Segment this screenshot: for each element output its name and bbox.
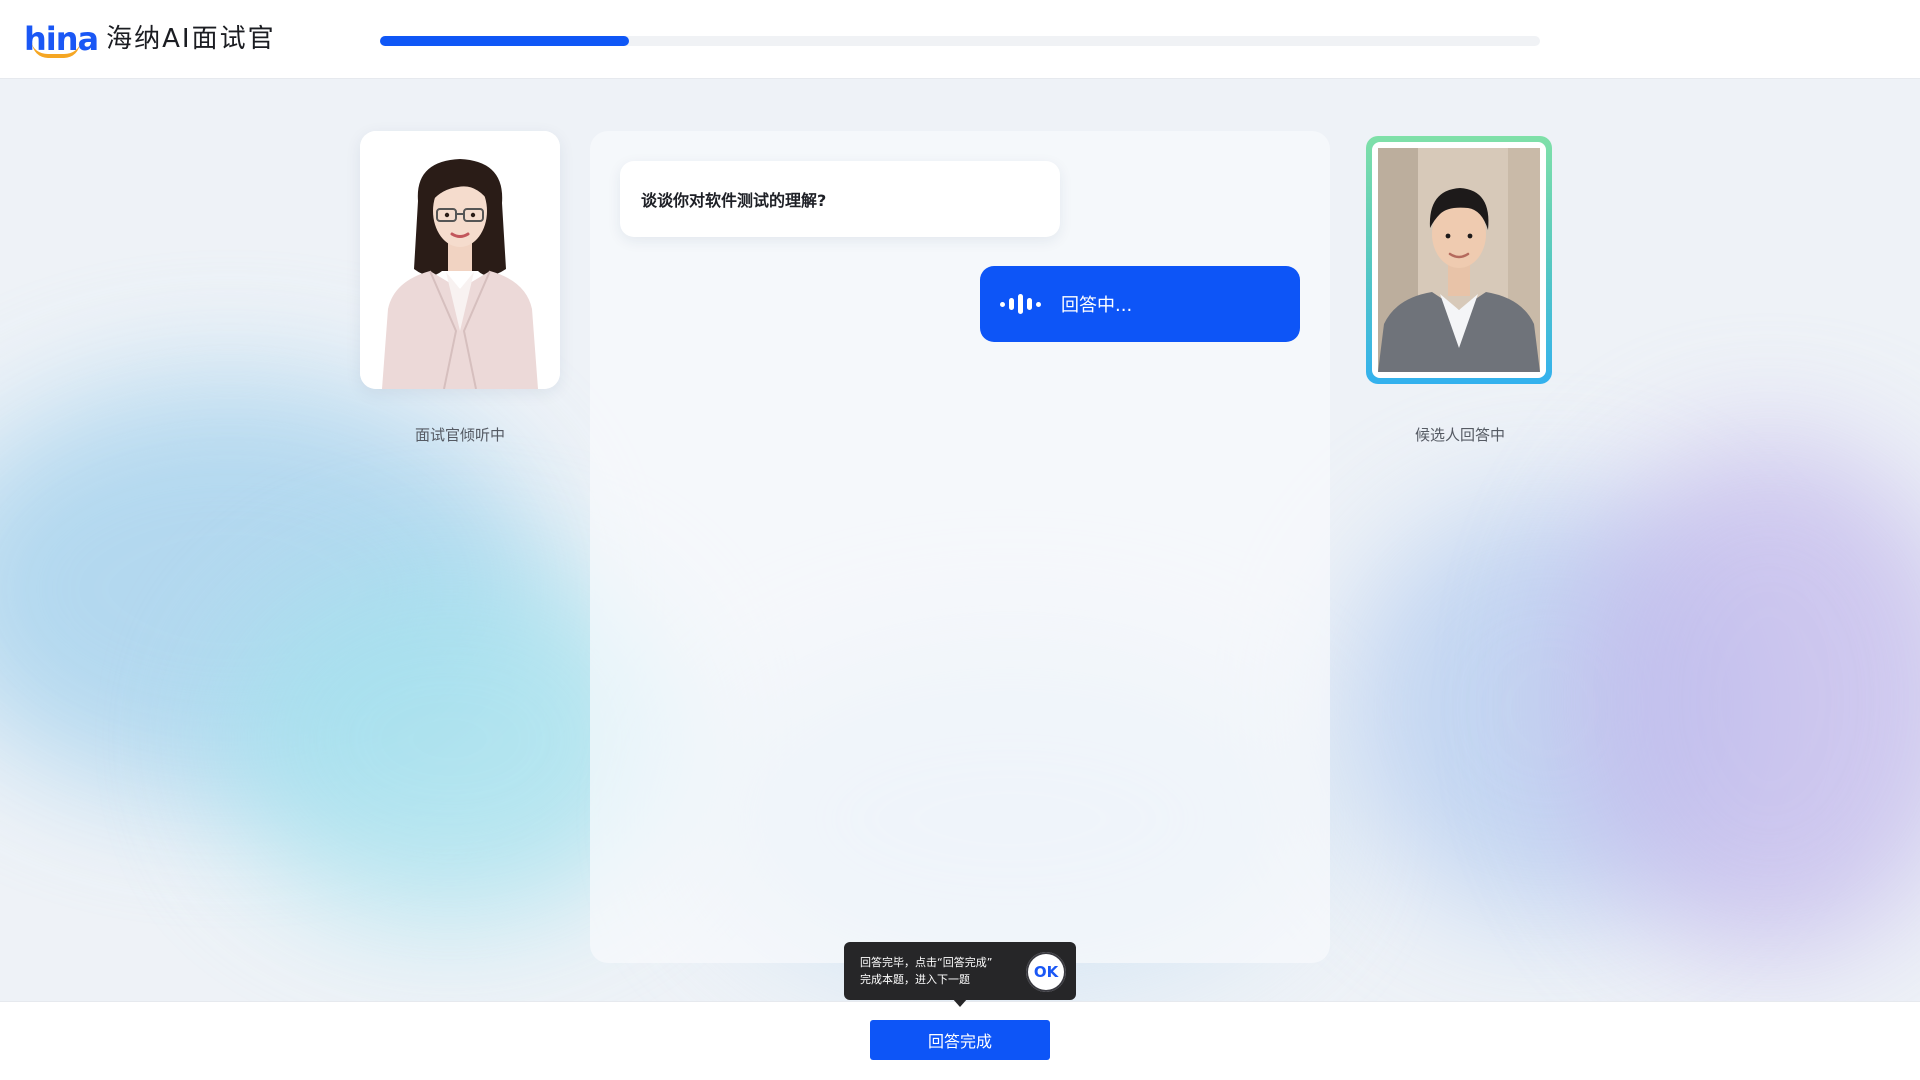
tooltip-text-line2: 完成本题，进入下一题 <box>860 973 970 986</box>
interviewer-avatar-card <box>360 131 560 389</box>
voice-wave-icon <box>1000 294 1041 314</box>
interviewer-portrait <box>360 131 560 389</box>
onboarding-tooltip: 回答完毕，点击“回答完成” 完成本题，进入下一题 OK <box>844 942 1076 1000</box>
question-bubble: 谈谈你对软件测试的理解? <box>620 161 1060 237</box>
interviewer-status-caption: 面试官倾听中 <box>414 426 505 444</box>
interview-page: hina 海纳AI面试官 面试官倾听中 谈谈你对软件测试的理解? 回答中... … <box>0 0 1920 1080</box>
candidate-portrait <box>1378 148 1540 372</box>
interview-progress-fill <box>380 36 630 46</box>
tooltip-text-line1: 回答完毕，点击“回答完成” <box>860 956 993 969</box>
chat-panel: 谈谈你对软件测试的理解? 回答中... <box>590 131 1330 963</box>
answer-status-text: 回答中... <box>1061 295 1133 316</box>
top-header: hina 海纳AI面试官 <box>0 0 1920 79</box>
app-logo: hina 海纳AI面试官 <box>24 20 276 58</box>
candidate-status-caption: 候选人回答中 <box>1414 426 1505 444</box>
question-text: 谈谈你对软件测试的理解? <box>641 191 827 210</box>
hina-logo-mark: hina <box>24 20 99 58</box>
tooltip-arrow <box>952 998 968 1007</box>
candidate-avatar-frame <box>1366 136 1552 384</box>
answer-bubble: 回答中... <box>980 266 1300 342</box>
interview-progress-bar <box>380 36 1540 46</box>
tooltip-ok-button[interactable]: OK <box>1026 952 1066 992</box>
tooltip-text: 回答完毕，点击“回答完成” 完成本题，进入下一题 <box>860 954 1020 988</box>
answer-done-button[interactable]: 回答完成 <box>870 1020 1050 1060</box>
app-title: 海纳AI面试官 <box>106 24 276 54</box>
